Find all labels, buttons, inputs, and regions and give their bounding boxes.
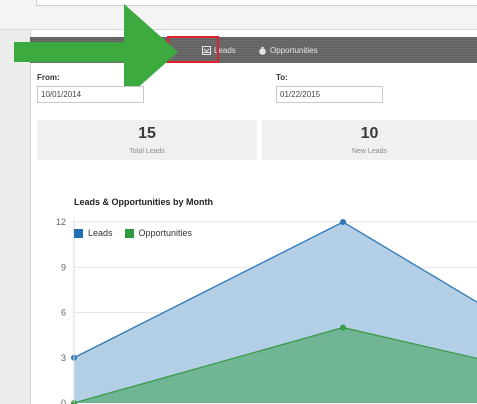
screenshot-stage: { "nav": { "leads_label": "Leads", "oppo… [0,0,477,404]
y-tick-label-0: 0 [61,398,66,404]
y-tick-label-3: 3 [61,353,66,363]
leads-opportunities-chart: 0 3 6 9 12 [56,217,477,404]
y-tick-label-12: 12 [56,217,66,227]
y-tick-label-6: 6 [61,308,66,318]
point-opportunities-1 [340,324,346,331]
legend-item-opportunities[interactable]: Opportunities [124,228,193,238]
legend-swatch-leads [74,228,83,238]
legend-label-opportunities: Opportunities [138,228,193,238]
legend-swatch-opportunities [124,228,134,238]
legend-item-leads[interactable]: Leads [74,228,113,238]
chart-title: Leads & Opportunities by Month [74,197,213,207]
chart-legend: Leads Opportunities [74,228,204,238]
legend-label-leads: Leads [88,228,113,238]
point-leads-1 [340,219,346,225]
y-tick-label-9: 9 [61,262,66,272]
